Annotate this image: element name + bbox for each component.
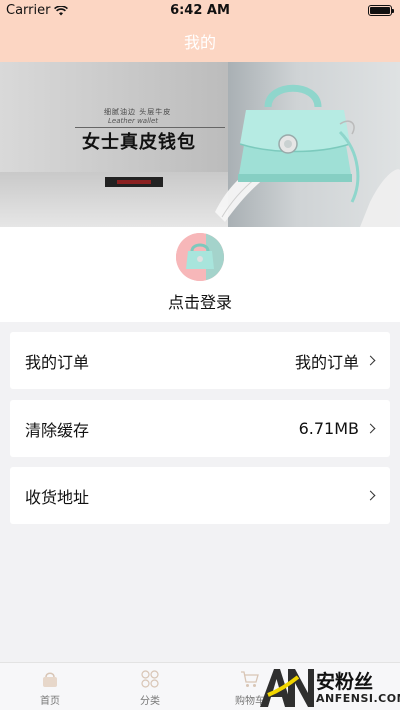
avatar[interactable]: [176, 233, 224, 281]
watermark-an-logo: [260, 669, 314, 707]
login-link[interactable]: 点击登录: [0, 289, 400, 313]
home-bag-icon: [43, 672, 57, 687]
battery-icon: [368, 5, 394, 16]
avatar-bag-icon: [176, 233, 224, 281]
status-bar: Carrier 6:42 AM: [0, 0, 400, 20]
chevron-right-icon: [365, 355, 376, 366]
menu-label-orders: 我的订单: [25, 352, 90, 372]
menu-value-orders: 我的订单: [294, 352, 359, 372]
tab-home[interactable]: 首页: [0, 663, 100, 710]
status-time: 6:42 AM: [170, 3, 230, 18]
menu-item-address[interactable]: 收货地址: [10, 467, 390, 524]
menu-value-cache-size: 6.71MB: [298, 419, 359, 438]
tab-label-home: 首页: [40, 696, 60, 707]
menu-label-address: 收货地址: [25, 487, 90, 507]
profile-section: 点击登录: [0, 227, 400, 322]
nav-bar: 我的: [0, 20, 400, 62]
chevron-right-icon: [365, 490, 376, 501]
menu-item-clear-cache[interactable]: 清除缓存 6.71MB: [10, 400, 390, 457]
category-grid-icon: [141, 670, 159, 688]
page-title: 我的: [183, 33, 216, 52]
chevron-right-icon: [365, 423, 376, 434]
menu-item-orders[interactable]: 我的订单 我的订单: [10, 332, 390, 389]
menu-label-clear-cache: 清除缓存: [25, 420, 90, 440]
watermark-name-cn: 安粉丝: [316, 671, 374, 693]
cart-icon: [241, 671, 259, 687]
watermark-logo: 安粉丝 ANFENSI.COM: [258, 665, 400, 710]
watermark-name-en: ANFENSI.COM: [316, 692, 400, 705]
promo-banner[interactable]: 细腻油边 头层牛皮 Leather wallet 女士真皮钱包: [0, 62, 400, 227]
tab-category[interactable]: 分类: [100, 663, 200, 710]
handbag-image: [215, 84, 400, 227]
tab-label-category: 分类: [140, 696, 160, 707]
